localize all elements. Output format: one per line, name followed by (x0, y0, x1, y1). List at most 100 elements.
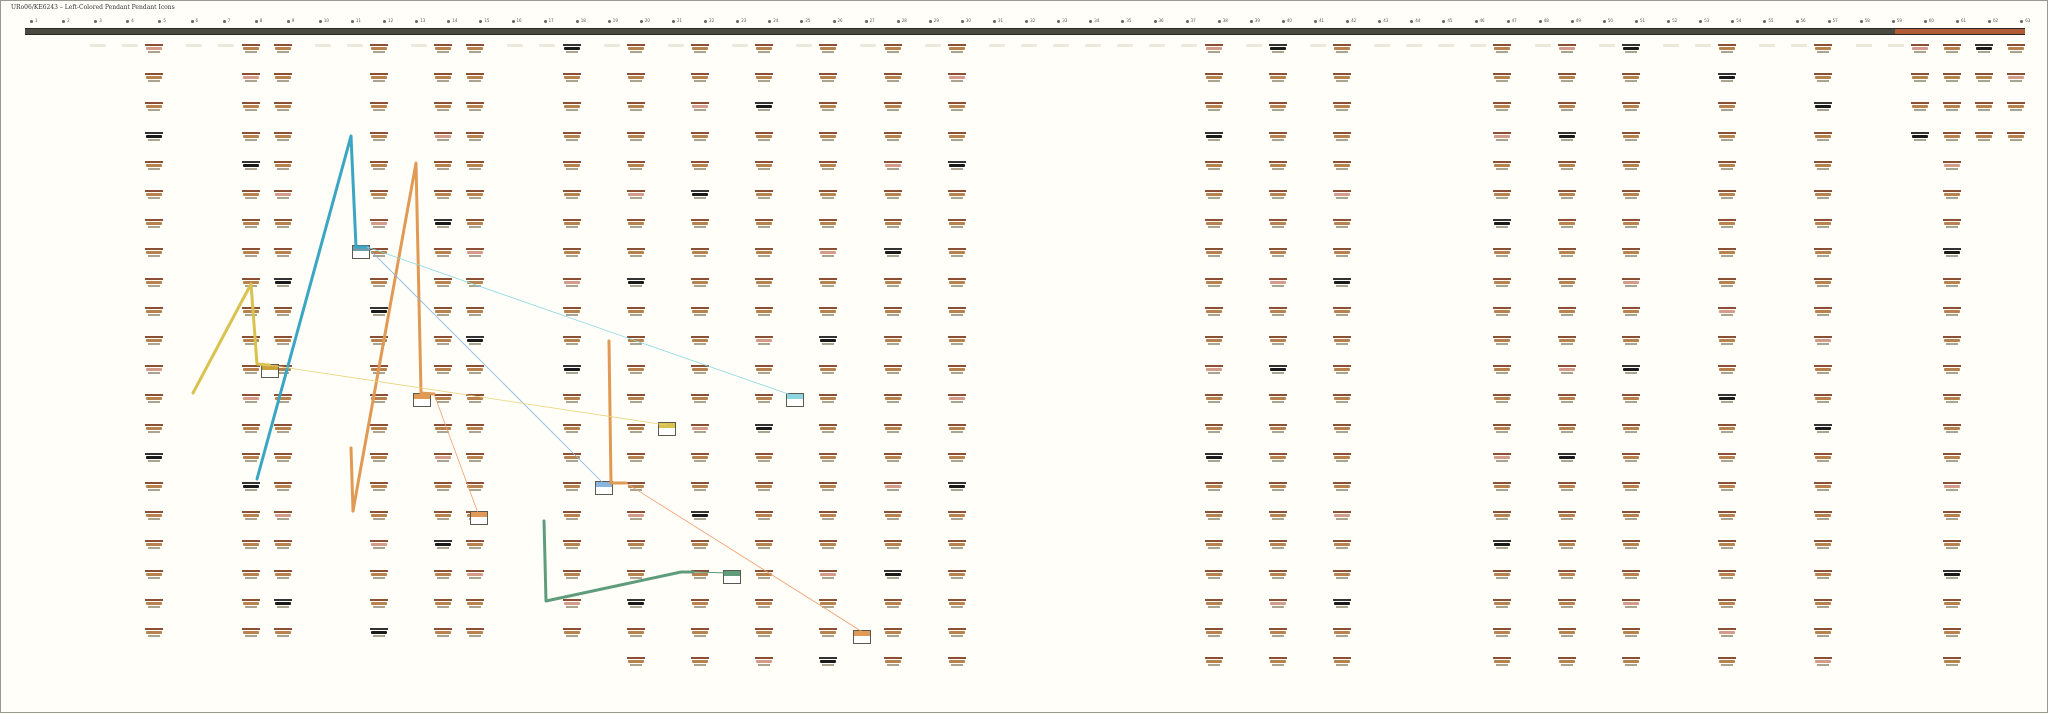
pendant-icon-cell[interactable] (1268, 365, 1287, 375)
pendant-icon-cell[interactable] (369, 44, 388, 54)
pendant-icon-cell[interactable] (1557, 277, 1576, 288)
pendant-icon-cell[interactable] (145, 73, 164, 83)
pendant-icon-cell[interactable] (1557, 365, 1576, 375)
pendant-icon-cell[interactable] (273, 44, 292, 54)
pendant-icon-cell[interactable] (241, 160, 260, 171)
pendant-icon-cell[interactable] (755, 190, 774, 200)
selected-node[interactable] (595, 481, 613, 495)
pendant-icon-cell[interactable] (1557, 336, 1576, 346)
pendant-icon-cell[interactable] (690, 102, 709, 112)
pendant-icon-cell[interactable] (1557, 73, 1576, 83)
pendant-icon-cell[interactable] (1332, 598, 1351, 609)
pendant-icon-cell[interactable] (562, 336, 581, 346)
pendant-icon-cell[interactable] (1332, 277, 1351, 288)
pendant-icon-cell[interactable] (690, 452, 709, 463)
column-header[interactable]: 55 (1763, 18, 1773, 23)
pendant-icon-cell[interactable] (1268, 306, 1287, 317)
pendant-icon-cell[interactable] (690, 482, 709, 492)
pendant-icon-cell[interactable] (1718, 160, 1737, 171)
pendant-icon-cell[interactable] (434, 482, 453, 492)
pendant-icon-cell[interactable] (1814, 657, 1833, 667)
pendant-icon-cell[interactable] (1814, 598, 1833, 609)
pendant-icon-cell[interactable] (1493, 131, 1512, 142)
pendant-icon-cell[interactable] (883, 248, 902, 258)
pendant-icon-cell[interactable] (883, 102, 902, 112)
pendant-icon-cell[interactable] (755, 102, 774, 112)
pendant-icon-cell[interactable] (1332, 73, 1351, 83)
pendant-icon-cell[interactable] (1493, 160, 1512, 171)
pendant-icon-cell[interactable] (1814, 277, 1833, 288)
pendant-icon-cell[interactable] (883, 131, 902, 142)
pendant-icon-cell[interactable] (1621, 540, 1640, 550)
pendant-icon-cell[interactable] (1718, 248, 1737, 258)
pendant-icon-cell[interactable] (947, 365, 966, 375)
pendant-icon-cell[interactable] (1268, 423, 1287, 434)
column-header[interactable]: 16 (511, 18, 522, 23)
pendant-icon-cell[interactable] (1332, 423, 1351, 434)
pendant-icon-cell[interactable] (1493, 628, 1512, 638)
pendant-icon-cell[interactable] (369, 452, 388, 463)
pendant-icon-cell[interactable] (145, 219, 164, 229)
pendant-icon-cell[interactable] (819, 365, 838, 375)
pendant-icon-cell[interactable] (819, 248, 838, 258)
pendant-icon-cell[interactable] (241, 540, 260, 550)
pendant-icon-cell[interactable] (690, 628, 709, 638)
pendant-icon-cell[interactable] (947, 511, 966, 521)
pendant-icon-cell[interactable] (1718, 306, 1737, 317)
pendant-icon-cell[interactable] (241, 131, 260, 142)
pendant-icon-cell[interactable] (1493, 569, 1512, 580)
pendant-icon-cell[interactable] (1942, 190, 1961, 200)
pendant-icon-cell[interactable] (819, 657, 838, 667)
pendant-icon-cell[interactable] (1493, 423, 1512, 434)
pendant-icon-cell[interactable] (241, 219, 260, 229)
pendant-icon-cell[interactable] (562, 423, 581, 434)
pendant-icon-cell[interactable] (1493, 277, 1512, 288)
column-header[interactable]: 60 (1923, 18, 1934, 23)
column-header[interactable]: 43 (1378, 18, 1388, 23)
pendant-icon-cell[interactable] (434, 423, 453, 434)
pendant-icon-cell[interactable] (1621, 511, 1640, 521)
pendant-icon-cell[interactable] (241, 511, 260, 521)
column-header[interactable]: 23 (736, 18, 746, 23)
pendant-icon-cell[interactable] (466, 219, 485, 229)
pendant-icon-cell[interactable] (241, 277, 260, 288)
column-header[interactable]: 1 (30, 18, 38, 23)
pendant-icon-cell[interactable] (1493, 657, 1512, 667)
pendant-icon-cell[interactable] (1332, 452, 1351, 463)
pendant-icon-cell[interactable] (1621, 219, 1640, 229)
pendant-icon-cell[interactable] (626, 102, 645, 112)
pendant-icon-cell[interactable] (241, 73, 260, 83)
pendant-icon-cell[interactable] (1557, 306, 1576, 317)
pendant-icon-cell[interactable] (273, 482, 292, 492)
pendant-icon-cell[interactable] (1332, 248, 1351, 258)
pendant-icon-cell[interactable] (819, 190, 838, 200)
pendant-icon-cell[interactable] (562, 306, 581, 317)
pendant-icon-cell[interactable] (1493, 306, 1512, 317)
pendant-icon-cell[interactable] (819, 540, 838, 550)
pendant-icon-cell[interactable] (562, 44, 581, 54)
pendant-icon-cell[interactable] (1268, 44, 1287, 54)
pendant-icon-cell[interactable] (1974, 73, 1993, 83)
pendant-icon-cell[interactable] (434, 102, 453, 112)
pendant-icon-cell[interactable] (755, 540, 774, 550)
pendant-icon-cell[interactable] (434, 365, 453, 375)
pendant-icon-cell[interactable] (2007, 44, 2025, 54)
column-header[interactable]: 46 (1474, 18, 1485, 23)
pendant-icon-cell[interactable] (1557, 482, 1576, 492)
pendant-icon-cell[interactable] (947, 336, 966, 346)
pendant-icon-cell[interactable] (1557, 131, 1576, 142)
column-header[interactable]: 13 (415, 18, 425, 23)
pendant-icon-cell[interactable] (1718, 394, 1737, 404)
pendant-icon-cell[interactable] (1718, 365, 1737, 375)
pendant-icon-cell[interactable] (1332, 160, 1351, 171)
pendant-icon-cell[interactable] (1557, 248, 1576, 258)
pendant-icon-cell[interactable] (434, 336, 453, 346)
pendant-icon-cell[interactable] (819, 336, 838, 346)
pendant-icon-cell[interactable] (273, 628, 292, 638)
pendant-icon-cell[interactable] (819, 102, 838, 112)
pendant-icon-cell[interactable] (819, 423, 838, 434)
pendant-icon-cell[interactable] (145, 336, 164, 346)
pendant-icon-cell[interactable] (883, 44, 902, 54)
pendant-icon-cell[interactable] (819, 219, 838, 229)
pendant-icon-cell[interactable] (273, 336, 292, 346)
